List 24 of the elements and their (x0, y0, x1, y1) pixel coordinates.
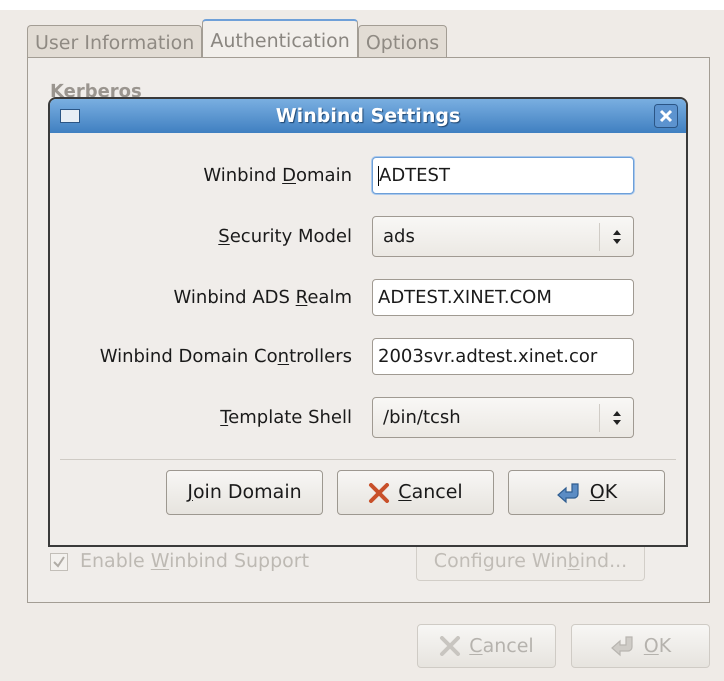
cancel-button[interactable]: Cancel (337, 470, 494, 515)
dropdown-value: ads (382, 225, 416, 249)
field-label: Security Model (217, 225, 353, 249)
dropdown[interactable]: /bin/tcsh (372, 397, 634, 438)
checkmark-icon (52, 554, 66, 568)
text-field[interactable]: ADTEST (372, 157, 634, 194)
dropdown-value: /bin/tcsh (382, 406, 462, 430)
field-label: Template Shell (219, 406, 353, 430)
dialog-title: Winbind Settings (276, 104, 460, 129)
cross-icon (439, 636, 462, 656)
cross-icon (368, 482, 390, 502)
ok-button[interactable]: OK (508, 470, 665, 515)
up-down-arrows-icon (612, 410, 622, 426)
field-label: Winbind ADS Realm (172, 286, 353, 310)
window-menu-icon[interactable] (60, 109, 80, 123)
section-heading: Kerberos (50, 80, 143, 100)
join-button[interactable]: Join Domain (166, 470, 323, 515)
dropdown[interactable]: ads (372, 216, 634, 257)
up-down-arrows-icon (612, 228, 622, 244)
text-field[interactable]: ADTEST.XINET.COM (372, 279, 634, 316)
close-icon[interactable] (654, 104, 678, 128)
text-field[interactable]: 2003svr.adtest.xinet.cor (372, 338, 634, 375)
field-label: Winbind Domain (202, 164, 353, 188)
field-label: Winbind Domain Controllers (98, 345, 353, 369)
